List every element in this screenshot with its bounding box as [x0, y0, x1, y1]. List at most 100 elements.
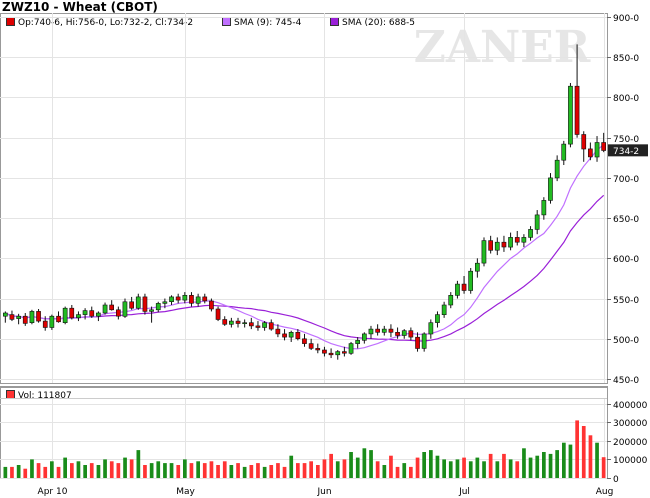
price-tick-label: 500-0	[613, 336, 639, 346]
candle-body	[282, 333, 287, 338]
volume-bar	[581, 426, 586, 478]
volume-bar	[362, 448, 367, 478]
volume-bar	[109, 461, 114, 478]
candle-body	[202, 296, 208, 302]
volume-tick-label: 200000	[613, 438, 648, 448]
volume-bar	[395, 466, 400, 478]
candle	[129, 296, 135, 310]
volume-bar	[562, 442, 566, 478]
volume-bar	[528, 457, 533, 478]
candle	[2, 311, 8, 323]
price-tick-label: 750-0	[613, 135, 639, 145]
candle-body	[76, 314, 81, 319]
candle	[601, 132, 606, 153]
candle	[587, 142, 593, 161]
volume-bar	[588, 435, 593, 478]
candle-body	[574, 85, 580, 135]
candle-body	[302, 338, 307, 344]
volume-bar	[435, 455, 440, 478]
candle-body	[62, 307, 68, 324]
sma20-layer	[5, 194, 605, 342]
sma9-line	[5, 144, 605, 350]
volume-bar	[455, 459, 460, 478]
volume-bar	[196, 461, 200, 478]
candle	[182, 292, 188, 304]
volume-bar	[16, 465, 21, 478]
price-tick-label: 650-0	[613, 215, 639, 225]
candle	[455, 280, 460, 299]
candle	[175, 293, 181, 304]
volume-bar	[63, 457, 67, 478]
volume-bar	[488, 453, 493, 478]
volume-bar	[482, 461, 486, 478]
volume-bar	[316, 465, 320, 478]
volume-bar	[522, 448, 526, 478]
candle	[514, 230, 520, 246]
candle-body	[315, 348, 321, 351]
volume-bar	[202, 463, 207, 478]
candle-body	[415, 336, 420, 349]
volume-bar	[209, 461, 214, 478]
candle-body	[408, 330, 414, 338]
candle-body	[594, 142, 600, 158]
candle-body	[255, 325, 261, 328]
candle	[501, 235, 507, 252]
candle-body	[428, 322, 434, 335]
candle	[22, 313, 28, 326]
candle	[581, 131, 587, 162]
volume-bar	[462, 457, 466, 478]
candle-body	[229, 320, 234, 325]
candle	[368, 325, 374, 339]
chart-root: ZWZ10 - Wheat (CBOT) Op:740-6, Hi:756-0,…	[0, 0, 650, 498]
volume-bar	[169, 463, 174, 478]
volume-bar	[422, 452, 426, 478]
volume-bar	[296, 463, 300, 478]
candle	[381, 325, 387, 336]
candle	[388, 324, 394, 338]
volume-bar	[236, 463, 240, 478]
candle-body	[468, 270, 474, 291]
candle-body	[455, 283, 460, 296]
candle-body	[581, 134, 587, 150]
volume-bar	[143, 465, 147, 478]
candle-body	[69, 307, 75, 319]
candle	[375, 324, 381, 336]
candle	[268, 319, 274, 331]
candle-body	[249, 322, 254, 327]
volume-bar	[136, 450, 141, 478]
candle-body	[401, 330, 407, 336]
candle-body	[129, 301, 135, 309]
candle	[36, 309, 41, 323]
candle-body	[308, 343, 314, 349]
volume-bar	[149, 463, 154, 478]
candle	[541, 197, 547, 220]
candle	[16, 313, 22, 325]
candle	[561, 140, 567, 166]
candle	[421, 332, 427, 352]
candle	[428, 319, 434, 339]
candle	[222, 316, 228, 326]
volume-bar	[542, 452, 546, 478]
candle-body	[388, 328, 394, 333]
candle	[189, 292, 194, 307]
candle-body	[2, 312, 8, 317]
x-tick-label: Jun	[316, 487, 331, 497]
volume-bar	[468, 461, 473, 478]
candle-body	[155, 303, 161, 311]
volume-bar	[10, 466, 14, 478]
candle-body	[568, 85, 573, 145]
candle-body	[9, 314, 15, 320]
volume-bar	[89, 463, 94, 478]
candle-body	[222, 319, 228, 325]
candle	[528, 226, 533, 241]
candle-body	[268, 322, 274, 330]
volume-bar	[475, 457, 480, 478]
candle	[328, 348, 334, 359]
candle-body	[149, 309, 154, 312]
price-tick-label: 900-0	[613, 14, 639, 24]
volume-bar	[76, 461, 81, 478]
x-tick-label: May	[176, 487, 195, 497]
x-tick-label: Aug	[596, 487, 614, 497]
volume-bar	[156, 461, 161, 478]
volume-bar	[176, 465, 181, 478]
